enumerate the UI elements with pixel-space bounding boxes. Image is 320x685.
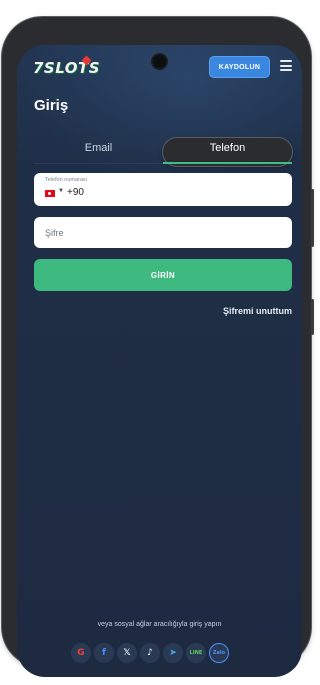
app-screen: 7SLOTS KAYDOLUN Giriş Email Telefon Tele… <box>17 45 302 677</box>
camera-notch <box>153 55 166 68</box>
forgot-password-link[interactable]: Şifremi unuttum <box>223 306 292 316</box>
logo[interactable]: 7SLOTS <box>33 59 100 79</box>
social-login-row: G f 𝕏 ♪ ➤ LINE Zalo <box>71 643 229 663</box>
chevron-down-icon[interactable]: ▼ <box>58 188 64 194</box>
tab-email[interactable]: Email <box>34 138 163 166</box>
phone-frame: 7SLOTS KAYDOLUN Giriş Email Telefon Tele… <box>2 17 314 677</box>
active-tab-indicator <box>163 162 292 164</box>
phone-side-button <box>311 189 314 247</box>
telegram-icon[interactable]: ➤ <box>163 643 183 663</box>
password-field[interactable] <box>34 217 292 248</box>
phone-number-field[interactable]: Telefon numarası ▼ +90 <box>34 173 292 206</box>
x-icon[interactable]: 𝕏 <box>117 643 137 663</box>
zalo-icon[interactable]: Zalo <box>209 643 229 663</box>
facebook-icon[interactable]: f <box>94 643 114 663</box>
social-login-caption: veya sosyal ağlar aracılığıyla giriş yap… <box>97 621 222 628</box>
phone-country-code: +90 <box>67 187 84 198</box>
line-icon[interactable]: LINE <box>186 643 206 663</box>
page-title: Giriş <box>34 97 69 114</box>
tiktok-icon[interactable]: ♪ <box>140 643 160 663</box>
turkey-flag-icon[interactable] <box>45 190 55 197</box>
google-icon[interactable]: G <box>71 643 91 663</box>
phone-field-label: Telefon numarası <box>45 177 88 183</box>
hamburger-menu-icon[interactable] <box>280 60 292 71</box>
login-button[interactable]: GİRİN <box>34 259 292 291</box>
register-button[interactable]: KAYDOLUN <box>209 56 270 78</box>
login-method-tabs: Email Telefon <box>34 138 292 166</box>
phone-side-button <box>311 299 314 335</box>
